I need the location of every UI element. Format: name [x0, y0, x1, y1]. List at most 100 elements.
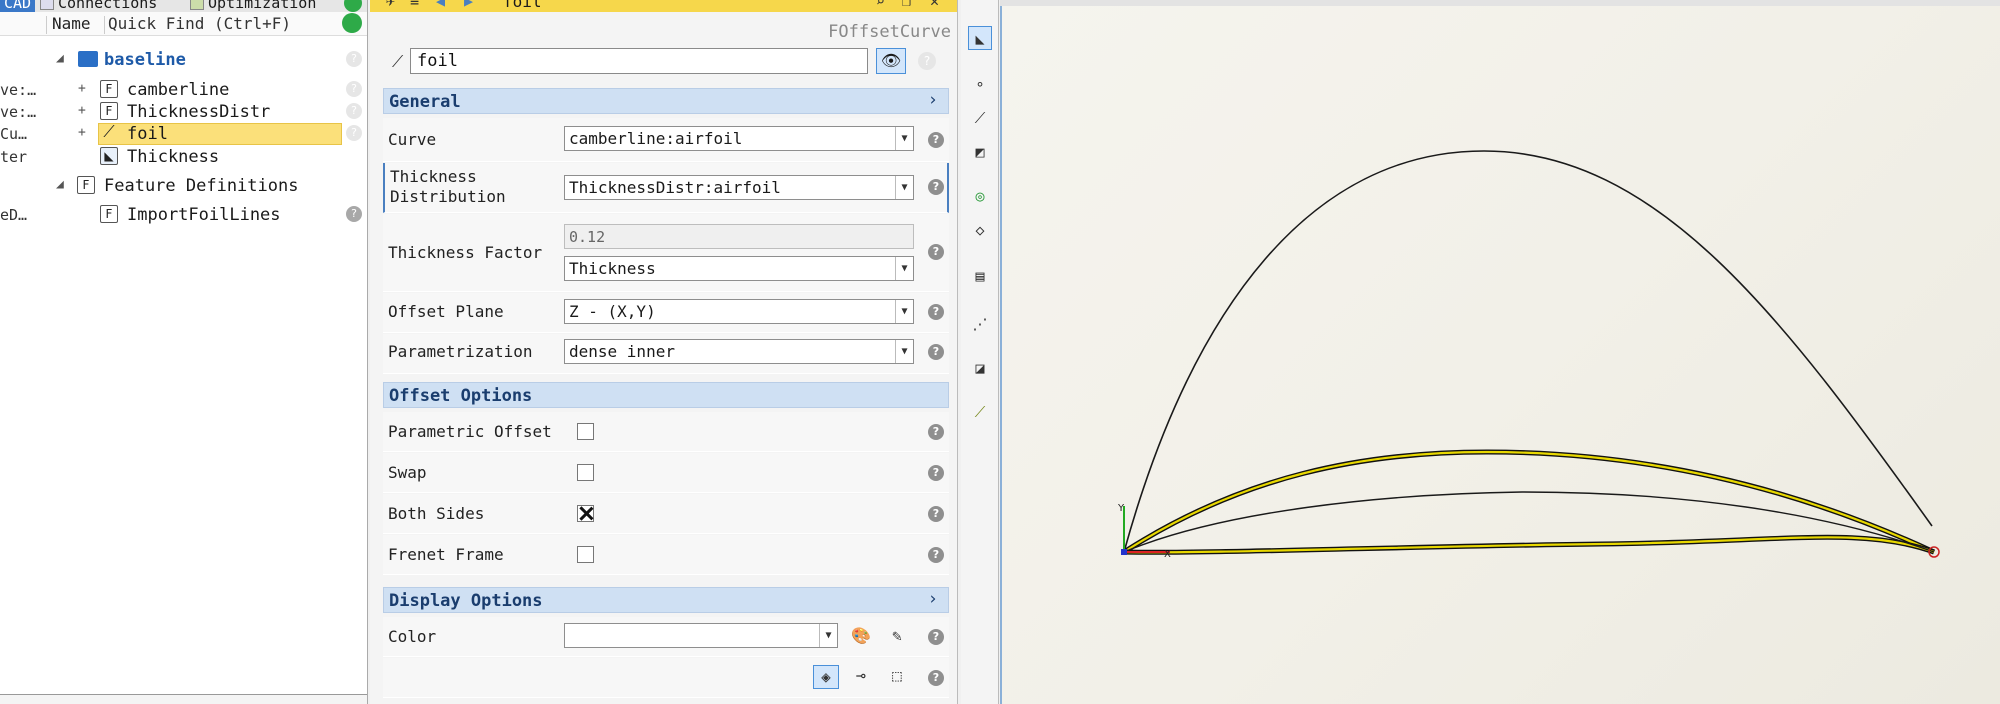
help-icon[interactable]: ? [918, 52, 936, 70]
property-label: Frenet Frame [388, 545, 504, 564]
tab-connections[interactable]: Connections [40, 0, 157, 12]
tree-item-camberline[interactable]: ve:… + F camberline ? [0, 79, 367, 101]
tree-item-label: Feature Definitions [104, 176, 299, 196]
object-type-label: FOffsetCurve [828, 22, 951, 42]
tree-item-baseline[interactable]: ◢ baseline ? [0, 49, 367, 71]
chevron-down-icon: ▼ [895, 300, 913, 323]
collapse-icon[interactable]: ◢ [56, 51, 64, 66]
close-icon[interactable]: ✕ [930, 0, 939, 10]
layers-icon[interactable]: ▤ [968, 264, 992, 288]
help-icon[interactable]: ? [346, 125, 362, 141]
help-icon[interactable]: ? [928, 179, 944, 195]
property-frenet-frame: Frenet Frame ? [383, 535, 949, 575]
property-label: Thickness Factor [388, 243, 543, 262]
select-mode-icon[interactable]: ◣ [968, 26, 992, 50]
tree-item-thicknessdistr[interactable]: ve:… + F ThicknessDistr ? [0, 101, 367, 123]
clipped-text: Cu… [0, 125, 28, 143]
solid-icon[interactable]: ◪ [968, 356, 992, 380]
quick-find-input[interactable]: Quick Find (Ctrl+F) [108, 14, 291, 33]
back-icon[interactable]: ◀ [436, 0, 445, 10]
tree-item-thickness[interactable]: ter ◣ Thickness [0, 146, 367, 168]
search-icon[interactable]: ⌕ [876, 0, 885, 10]
model-tree-panel: CAD Connections Optimization Name Quick … [0, 0, 368, 704]
tree-item-label: camberline [127, 80, 230, 100]
clipped-text: ve:… [0, 81, 37, 99]
tree-item-feature-definitions[interactable]: ◢ F Feature Definitions [0, 175, 367, 197]
tab-optimization[interactable]: Optimization [190, 0, 316, 12]
property-color: Color ▼ 🎨 ✎ ? [383, 617, 949, 657]
color-select[interactable]: ▼ [564, 623, 838, 648]
property-label: Curve [388, 130, 437, 149]
select-value: Thickness [569, 259, 656, 278]
properties-title: foil [503, 0, 542, 11]
section-offset-options[interactable]: Offset Options [383, 382, 949, 408]
tab-optimization-label: Optimization [208, 0, 317, 12]
offset-plane-select[interactable]: Z - (X,Y) ▼ [564, 299, 914, 324]
section-display-options[interactable]: Display Options › [383, 587, 949, 613]
help-icon[interactable]: ? [928, 424, 944, 440]
object-name-input[interactable] [410, 48, 868, 74]
expand-icon[interactable]: + [78, 81, 86, 96]
help-icon[interactable]: ? [928, 506, 944, 522]
thickness-distribution-select[interactable]: ThicknessDistr:airfoil ▼ [564, 175, 914, 200]
display-tools-row: ◈ ⊸ ⬚ ? [383, 658, 949, 698]
left-panel-footer [0, 694, 367, 704]
curve-select[interactable]: camberline:airfoil ▼ [564, 126, 914, 151]
help-icon[interactable]: ? [346, 103, 362, 119]
help-icon[interactable]: ? [928, 244, 944, 260]
help-icon[interactable]: ? [928, 547, 944, 563]
tree-item-importfoillines[interactable]: eD… F ImportFoilLines ? [0, 204, 367, 226]
help-icon[interactable]: ? [928, 304, 944, 320]
thickness-factor-select[interactable]: Thickness ▼ [564, 256, 914, 281]
curve-icon: ⟋ [103, 122, 115, 141]
curve-icon[interactable]: ⟋ [968, 106, 992, 130]
tree-item-label: foil [127, 124, 168, 144]
expand-icon[interactable]: + [78, 103, 86, 118]
parametrization-select[interactable]: dense inner ▼ [564, 339, 914, 364]
section-general[interactable]: General › [383, 88, 949, 114]
help-icon[interactable]: ? [346, 206, 362, 222]
help-icon[interactable]: ? [928, 132, 944, 148]
help-icon[interactable]: ? [928, 629, 944, 645]
clipped-text: ve:… [0, 103, 37, 121]
properties-title-bar: ✈ ≡ ◀ ▶ foil ⌕ ❐ ✕ [370, 0, 957, 12]
help-icon[interactable]: ? [928, 344, 944, 360]
help-icon[interactable]: ? [346, 81, 362, 97]
point-marker-icon[interactable]: ⊸ [848, 665, 874, 689]
forward-icon[interactable]: ▶ [464, 0, 473, 10]
list-icon[interactable]: ≡ [410, 0, 419, 10]
pin-icon[interactable]: ✈ [386, 0, 395, 10]
column-separator [104, 16, 105, 34]
edit-icon[interactable]: ✎ [884, 625, 910, 649]
help-icon[interactable]: ? [346, 51, 362, 67]
name-row: ⟋ 👁 ? [392, 48, 952, 74]
clipped-text: eD… [0, 206, 28, 224]
expand-icon[interactable]: + [78, 125, 86, 140]
swap-checkbox[interactable] [577, 464, 594, 481]
both-sides-checkbox[interactable] [577, 505, 594, 522]
plane-icon[interactable]: ◇ [968, 218, 992, 242]
shield-icon[interactable]: ◈ [813, 665, 839, 689]
point-icon[interactable]: ∘ [968, 72, 992, 96]
collapse-icon[interactable]: ◢ [56, 177, 64, 192]
chevron-right-icon: › [927, 90, 938, 110]
target-icon[interactable]: ◎ [968, 184, 992, 208]
column-name[interactable]: Name [52, 14, 91, 33]
3d-viewport[interactable]: Y X [1000, 6, 2000, 704]
tab-cad[interactable]: CAD [0, 0, 36, 12]
bounding-box-icon[interactable]: ⬚ [884, 665, 910, 689]
frenet-frame-checkbox[interactable] [577, 546, 594, 563]
parametric-offset-checkbox[interactable] [577, 423, 594, 440]
visibility-toggle-button[interactable]: 👁 [876, 48, 906, 74]
property-thickness-factor: Thickness Factor 0.12 Thickness ▼ ? [383, 214, 949, 292]
offset-curve-icon[interactable]: ⟋ [968, 400, 992, 424]
surface-icon[interactable]: ◩ [968, 140, 992, 164]
help-icon[interactable]: ? [928, 465, 944, 481]
help-icon[interactable]: ? [928, 670, 944, 686]
dotted-line-icon[interactable]: ⋰ [968, 312, 992, 336]
palette-icon[interactable]: 🎨 [848, 625, 874, 649]
tree-item-label: baseline [104, 50, 186, 70]
property-label: Thickness [390, 167, 477, 186]
undock-icon[interactable]: ❐ [902, 0, 911, 10]
tree-item-foil[interactable]: Cu… + ⟋ foil ? [0, 122, 367, 145]
